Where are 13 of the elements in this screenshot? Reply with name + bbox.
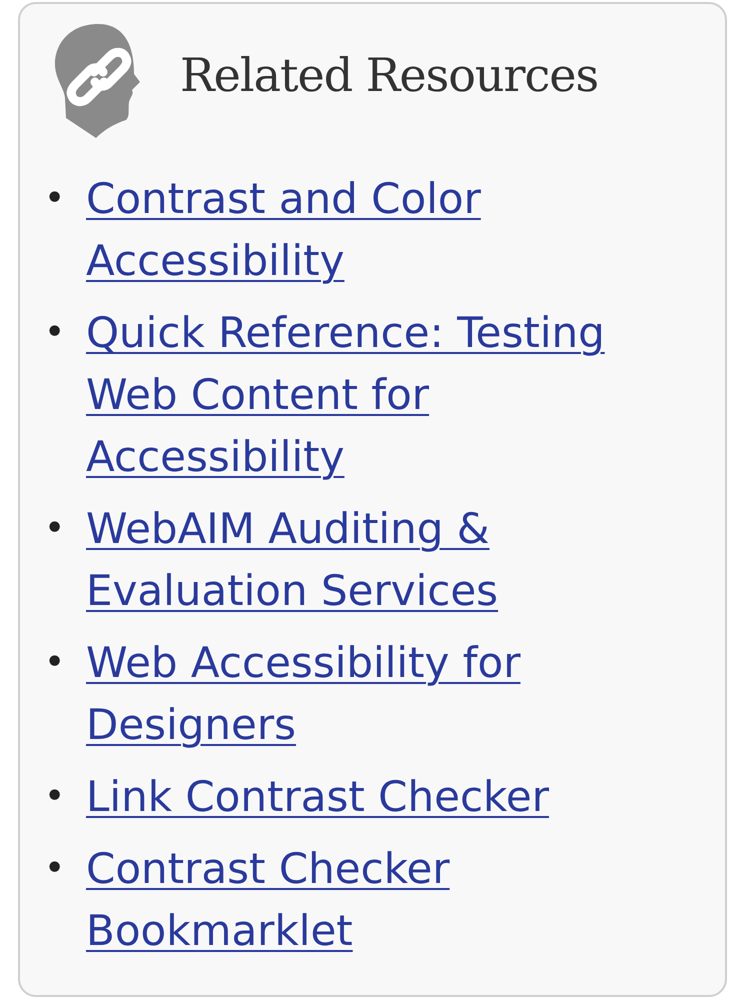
list-bullet: • (44, 311, 66, 355)
list-bullet: • (44, 507, 66, 551)
resource-link[interactable]: Contrast and Color Accessibility (86, 168, 686, 292)
list-bullet: • (44, 775, 66, 819)
list-bullet: • (44, 177, 66, 221)
resource-link[interactable]: Web Accessibility for Designers (86, 632, 686, 756)
resource-link[interactable]: Link Contrast Checker (86, 766, 549, 828)
list-bullet: • (44, 847, 66, 891)
resource-link[interactable]: WebAIM Auditing & Evaluation Services (86, 498, 686, 622)
resource-link[interactable]: Contrast Checker Bookmarklet (86, 838, 686, 962)
resource-link[interactable]: Quick Reference: Testing Web Content for Accessibility (86, 302, 686, 488)
panel-title: Related Resources (180, 48, 598, 102)
list-bullet: • (44, 641, 66, 685)
